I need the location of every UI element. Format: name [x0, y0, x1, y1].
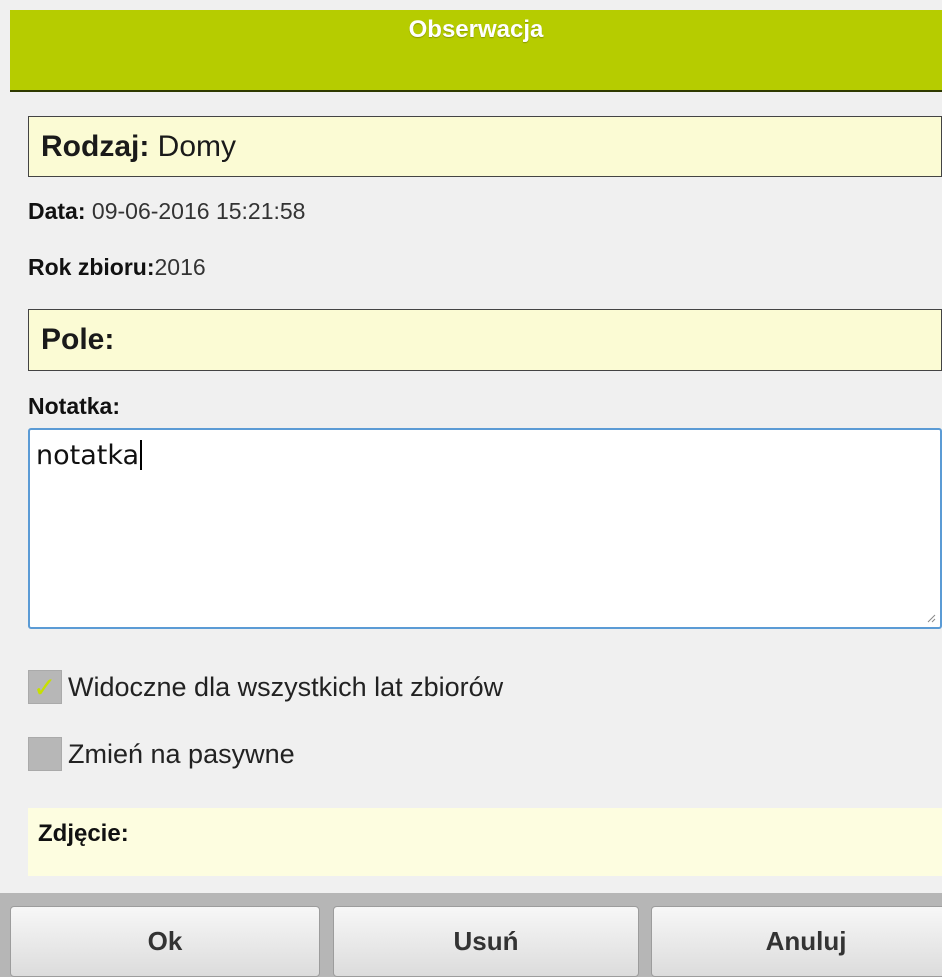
harvest-year-value: 2016 — [154, 254, 206, 280]
visible-all-years-checkbox[interactable]: ✓ — [28, 670, 62, 704]
footer-bar: Ok Usuń Anuluj — [0, 893, 942, 977]
header-bar: Obserwacja — [10, 10, 942, 92]
date-label: Data: — [28, 198, 86, 224]
harvest-year-label: Rok zbioru: — [28, 254, 155, 280]
rodzaj-field[interactable]: Rodzaj: Domy — [28, 116, 942, 177]
delete-button[interactable]: Usuń — [333, 906, 639, 977]
note-textarea[interactable]: notatka — [28, 428, 942, 629]
visible-all-years-label: Widoczne dla wszystkich lat zbiorów — [68, 671, 504, 702]
cancel-button[interactable]: Anuluj — [651, 906, 942, 977]
harvest-year-row: Rok zbioru:2016 — [28, 254, 206, 281]
text-caret — [140, 440, 143, 470]
rodzaj-value: Domy — [157, 130, 237, 163]
note-label: Notatka: — [28, 393, 121, 419]
pole-field[interactable]: Pole: — [28, 309, 942, 371]
note-text: notatka — [36, 440, 140, 471]
page-title: Obserwacja — [408, 16, 544, 43]
rodzaj-label: Rodzaj: — [41, 130, 150, 163]
resize-handle-icon[interactable] — [926, 613, 936, 623]
photo-label: Zdjęcie: — [38, 820, 129, 847]
change-to-passive-label: Zmień na pasywne — [68, 738, 295, 769]
photo-section[interactable]: Zdjęcie: — [28, 808, 942, 876]
change-to-passive-checkbox-row[interactable]: Zmień na pasywne — [28, 737, 295, 771]
date-row: Data: 09-06-2016 15:21:58 — [28, 198, 305, 225]
change-to-passive-checkbox[interactable] — [28, 737, 62, 771]
visible-all-years-checkbox-row[interactable]: ✓ Widoczne dla wszystkich lat zbiorów — [28, 670, 503, 704]
pole-label: Pole: — [41, 323, 115, 356]
ok-button[interactable]: Ok — [10, 906, 320, 977]
checkmark-icon: ✓ — [33, 672, 57, 703]
date-value: 09-06-2016 15:21:58 — [91, 198, 306, 224]
